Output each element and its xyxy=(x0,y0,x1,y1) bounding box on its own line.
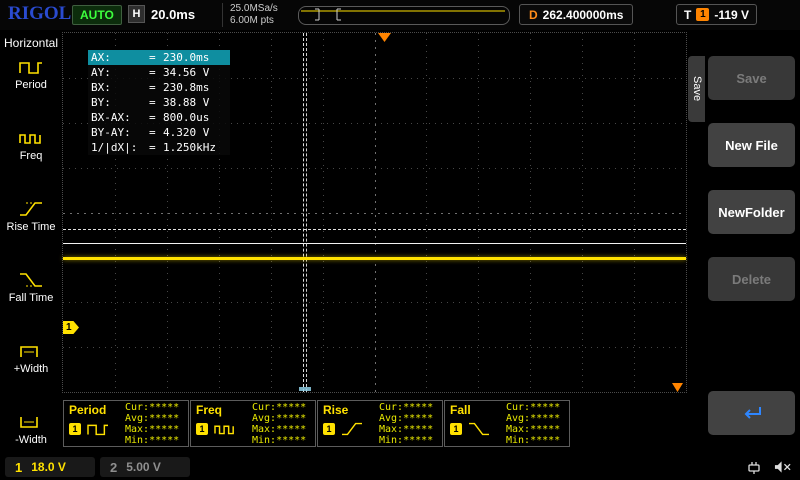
measurement-stats: Cur:***** Avg:***** Max:***** Min:***** xyxy=(379,402,439,446)
delay-label: D xyxy=(529,8,538,22)
measurement-stats: Cur:***** Avg:***** Max:***** Min:***** xyxy=(506,402,566,446)
left-measure-menu: Horizontal Period Freq Rise Time Fall Ti… xyxy=(0,30,62,455)
waveform-preview-icon[interactable] xyxy=(298,6,510,25)
graticule: 1 AX:=230.0ms AY:=34.56 V BX:=230.8ms BY… xyxy=(62,32,687,393)
channel2-badge: 2 xyxy=(110,460,117,475)
usb-icon xyxy=(745,458,763,480)
measure-item-fall-time[interactable]: Fall Time xyxy=(0,269,62,334)
top-bar: RIGOL AUTO H 20.0ms 25.0MSa/s 6.00M pts … xyxy=(0,0,800,30)
new-file-button[interactable]: New File xyxy=(708,123,795,167)
oscilloscope-screen: RIGOL AUTO H 20.0ms 25.0MSa/s 6.00M pts … xyxy=(0,0,800,480)
freq-icon xyxy=(0,127,62,149)
acquisition-info: 25.0MSa/s 6.00M pts xyxy=(222,3,278,27)
save-button[interactable]: Save xyxy=(708,56,795,100)
fall-time-icon xyxy=(0,269,62,291)
cursor-row: BY:=38.88 V xyxy=(88,95,230,110)
trigger-label: T xyxy=(684,8,691,22)
trigger-level-value: -119 V xyxy=(714,8,749,22)
freq-icon xyxy=(213,419,237,444)
cursor-a-vertical-line[interactable] xyxy=(303,33,304,392)
measure-item-rise-time[interactable]: Rise Time xyxy=(0,198,62,263)
cursor-handle[interactable] xyxy=(299,387,311,391)
delay-value: 262.400000ms xyxy=(543,8,624,22)
cursor-a-horizontal-line[interactable] xyxy=(63,243,686,244)
cursor-row: AY:=34.56 V xyxy=(88,65,230,80)
channel1-status[interactable]: 1 18.0 V xyxy=(5,457,95,477)
cursor-row: BX-AX:=800.0us xyxy=(88,110,230,125)
rise-time-icon xyxy=(0,198,62,220)
new-folder-button[interactable]: NewFolder xyxy=(708,190,795,234)
period-icon xyxy=(86,419,110,444)
measurement-stats: Cur:***** Avg:***** Max:***** Min:***** xyxy=(125,402,185,446)
cursor-b-horizontal-line[interactable] xyxy=(63,229,686,230)
cursor-row: BY-AY:=4.320 V xyxy=(88,125,230,140)
channel-badge: 1 xyxy=(196,423,208,435)
measurement-box-freq: Freq 1 Cur:***** Avg:***** Max:***** Min… xyxy=(190,400,316,447)
minus-width-icon xyxy=(0,411,62,433)
channel2-scale: 5.00 V xyxy=(126,460,161,474)
delay-readout: D 262.400000ms xyxy=(519,4,633,25)
measure-item-freq[interactable]: Freq xyxy=(0,127,62,192)
trigger-readout: T 1 -119 V xyxy=(676,4,757,25)
measure-item-label: -Width xyxy=(0,434,62,446)
menu-tab-save: Save xyxy=(688,56,705,122)
cursor-row: BX:=230.8ms xyxy=(88,80,230,95)
measure-item-period[interactable]: Period xyxy=(0,56,62,121)
trigger-source-badge: 1 xyxy=(696,8,709,21)
rigol-logo: RIGOL xyxy=(8,3,71,25)
channel1-scale: 18.0 V xyxy=(31,460,66,474)
plus-width-icon xyxy=(0,340,62,362)
measure-item-plus-width[interactable]: +Width xyxy=(0,340,62,405)
channel-badge: 1 xyxy=(323,423,335,435)
cursor-row: AX:=230.0ms xyxy=(88,50,230,65)
measurement-stats: Cur:***** Avg:***** Max:***** Min:***** xyxy=(252,402,312,446)
measurement-box-fall: Fall 1 Cur:***** Avg:***** Max:***** Min… xyxy=(444,400,570,447)
measure-item-label: +Width xyxy=(0,363,62,375)
measurement-row: Period 1 Cur:***** Avg:***** Max:***** M… xyxy=(63,400,570,447)
cursor-b-vertical-line[interactable] xyxy=(306,33,307,392)
cursor-readout-panel: AX:=230.0ms AY:=34.56 V BX:=230.8ms BY:=… xyxy=(88,50,230,155)
timebase-value: 20.0ms xyxy=(151,7,195,22)
status-icons xyxy=(745,458,792,480)
right-softkey-menu: Save Save New File NewFolder Delete xyxy=(688,30,800,455)
rise-time-icon xyxy=(340,419,364,444)
measurement-box-rise: Rise 1 Cur:***** Avg:***** Max:***** Min… xyxy=(317,400,443,447)
measurement-box-period: Period 1 Cur:***** Avg:***** Max:***** M… xyxy=(63,400,189,447)
channel-badge: 1 xyxy=(450,423,462,435)
run-state-badge: AUTO xyxy=(72,5,122,25)
memory-depth: 6.00M pts xyxy=(230,15,278,27)
horizontal-scale-readout: H 20.0ms xyxy=(128,5,195,23)
h-label: H xyxy=(128,5,145,23)
return-arrow-icon xyxy=(714,403,789,423)
fall-time-icon xyxy=(467,419,491,444)
speaker-muted-icon xyxy=(774,459,792,480)
sample-rate: 25.0MSa/s xyxy=(230,3,278,15)
measure-item-label: Period xyxy=(0,79,62,91)
period-icon xyxy=(0,56,62,78)
status-bar: 1 18.0 V 2 5.00 V xyxy=(0,455,800,480)
return-button[interactable] xyxy=(708,391,795,435)
measure-item-label: Fall Time xyxy=(0,292,62,304)
measure-item-label: Rise Time xyxy=(0,221,62,233)
cursor-row: 1/|dX|:=1.250kHz xyxy=(88,140,230,155)
channel2-status[interactable]: 2 5.00 V xyxy=(100,457,190,477)
channel-badge: 1 xyxy=(69,423,81,435)
measure-category-title: Horizontal xyxy=(0,36,62,50)
channel1-badge: 1 xyxy=(15,460,22,475)
ch1-trace xyxy=(63,257,686,260)
delete-button[interactable]: Delete xyxy=(708,257,795,301)
measure-item-label: Freq xyxy=(0,150,62,162)
